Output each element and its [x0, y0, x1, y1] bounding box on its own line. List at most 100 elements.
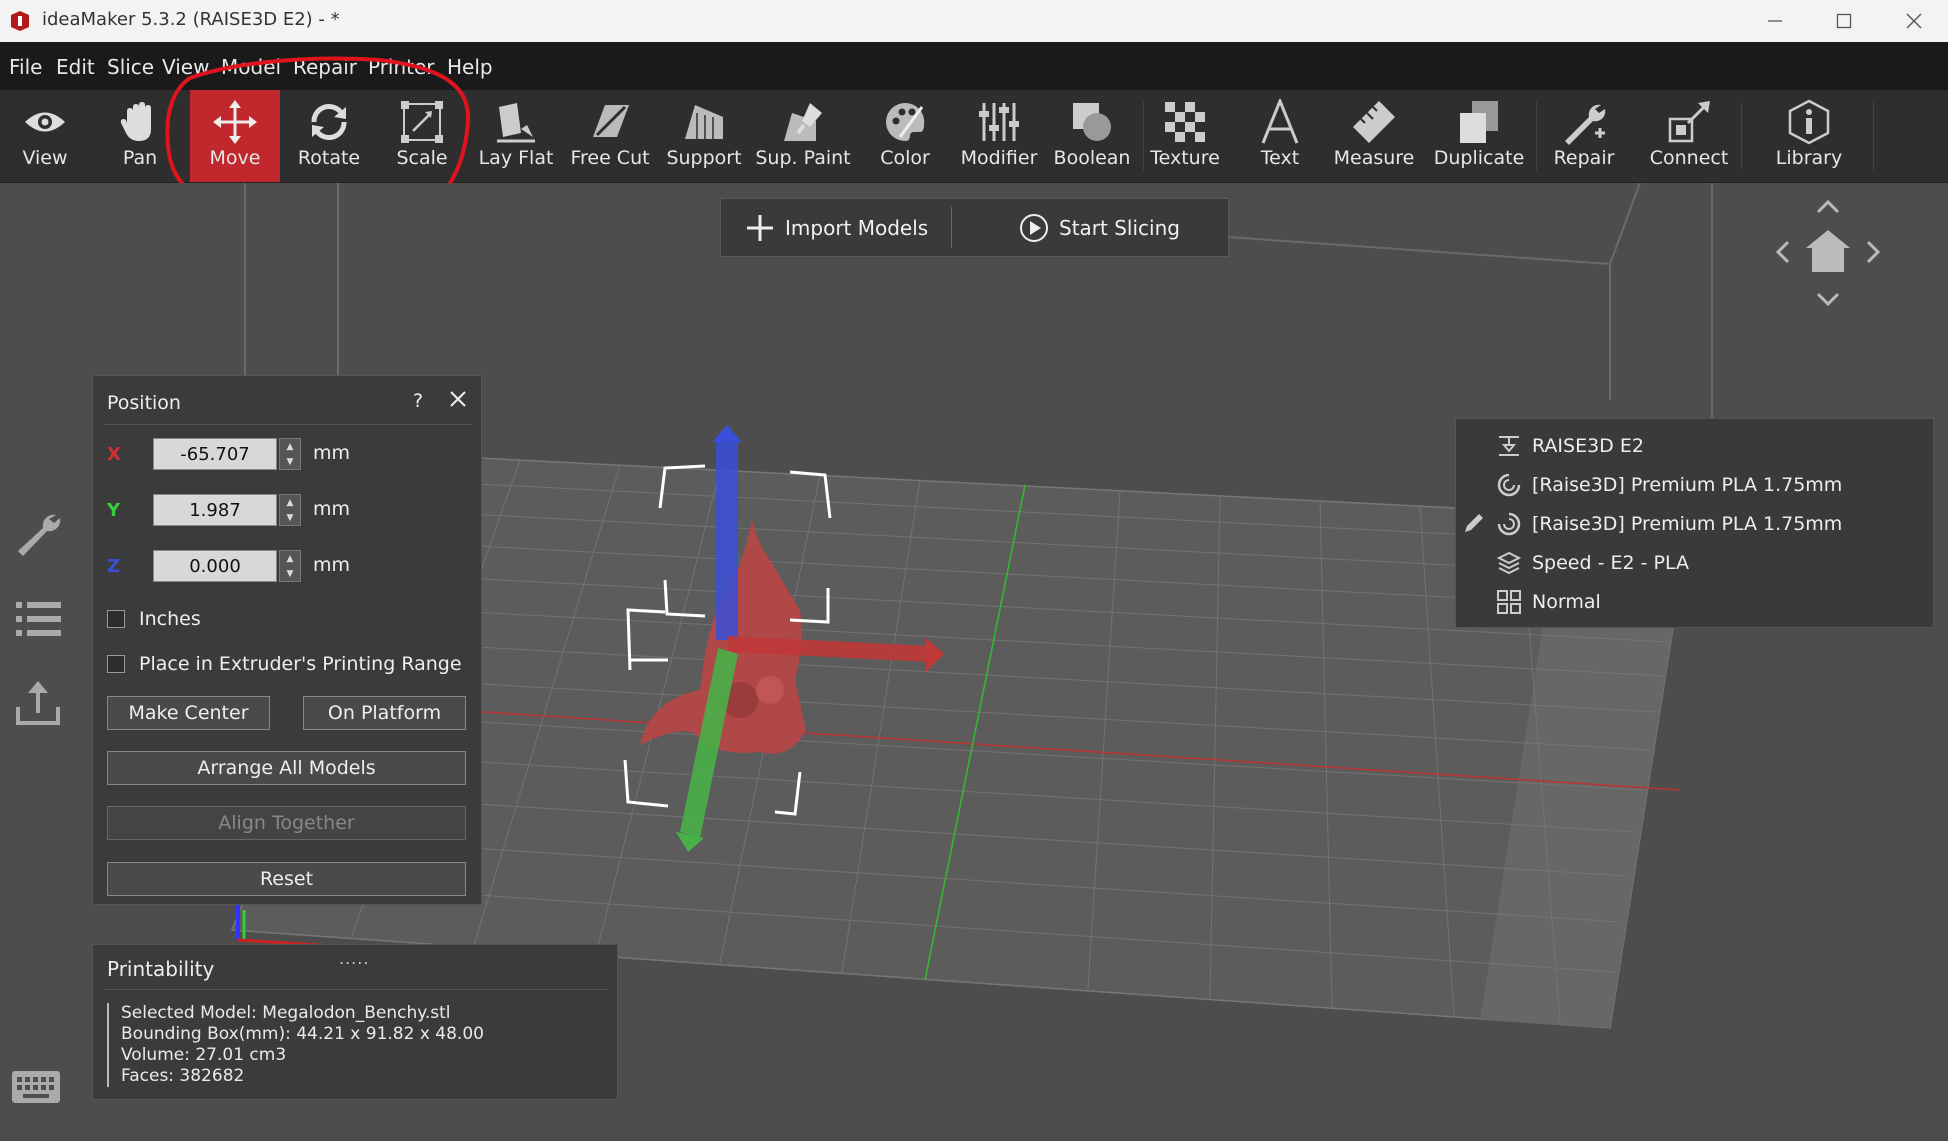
position-panel-title: Position — [107, 392, 181, 414]
close-button[interactable] — [1880, 0, 1948, 42]
nav-down-icon[interactable] — [1816, 292, 1840, 307]
position-panel: Position ? X -65.707 ▲ ▼ mm Y 1.987 ▲ ▼ mm… — [92, 375, 482, 905]
tool-boolean[interactable]: Boolean — [1053, 90, 1131, 182]
menu-file[interactable]: File — [9, 55, 42, 79]
tool-measure[interactable]: Measure — [1333, 90, 1415, 182]
drag-handle[interactable]: ..... — [339, 949, 369, 968]
title-bar: ideaMaker 5.3.2 (RAISE3D E2) - * — [0, 0, 1948, 42]
keyboard-button[interactable] — [8, 1059, 64, 1115]
checker-icon — [1165, 102, 1205, 142]
align-together-button[interactable]: Align Together — [107, 806, 466, 840]
tool-support[interactable]: Support — [666, 90, 742, 182]
reset-button[interactable]: Reset — [107, 862, 466, 896]
settings-wrench-button[interactable] — [10, 505, 66, 561]
edit-pen-icon[interactable] — [1462, 511, 1486, 535]
printer-row[interactable]: RAISE3D E2 — [1496, 433, 1644, 459]
import-models-button[interactable]: Import Models — [745, 199, 928, 256]
palette-icon — [885, 102, 925, 141]
action-bar: Import Models Start Slicing — [720, 198, 1229, 257]
inches-checkbox[interactable]: Inches — [107, 608, 201, 630]
maximize-button[interactable] — [1810, 0, 1878, 42]
toolbar-separator — [1873, 102, 1874, 170]
minimize-button[interactable] — [1741, 0, 1809, 42]
export-button[interactable] — [10, 675, 66, 731]
window-title: ideaMaker 5.3.2 (RAISE3D E2) - * — [42, 9, 340, 30]
x-position-field[interactable]: -65.707 — [153, 438, 277, 470]
menu-edit[interactable]: Edit — [56, 55, 95, 79]
wrench-icon — [18, 514, 61, 556]
printability-details: Selected Model: Megalodon_Benchy.stl Bou… — [107, 1003, 484, 1087]
y-axis-label: Y — [107, 500, 121, 521]
close-icon[interactable] — [449, 390, 467, 408]
z-position-field[interactable]: 0.000 — [153, 550, 277, 582]
x-axis-label: X — [107, 444, 121, 465]
app-logo-icon — [11, 11, 29, 31]
divider — [103, 989, 607, 990]
help-button[interactable]: ? — [413, 390, 423, 412]
tool-repair[interactable]: Repair — [1551, 90, 1617, 182]
on-platform-button[interactable]: On Platform — [303, 696, 466, 730]
volume-text: Volume: 27.01 cm3 — [121, 1045, 287, 1065]
nav-right-icon[interactable] — [1866, 240, 1881, 264]
divider — [103, 424, 471, 425]
boolean-icon — [1073, 103, 1111, 141]
eye-icon — [25, 112, 65, 132]
checkbox-box[interactable] — [107, 655, 125, 673]
tool-view[interactable]: View — [14, 90, 76, 182]
menu-slice[interactable]: Slice — [107, 55, 154, 79]
ruler-icon — [1353, 101, 1395, 143]
y-position-field[interactable]: 1.987 — [153, 494, 277, 526]
tool-duplicate[interactable]: Duplicate — [1434, 90, 1524, 182]
list-icon — [16, 602, 61, 636]
tool-lay-flat[interactable]: Lay Flat — [477, 90, 555, 182]
filament-spool-icon — [1497, 512, 1521, 536]
extruder-range-checkbox[interactable]: Place in Extruder's Printing Range — [107, 653, 462, 675]
info-icon — [1788, 99, 1830, 145]
selected-model-text: Selected Model: Megalodon_Benchy.stl — [121, 1003, 451, 1023]
tool-text[interactable]: Text — [1257, 90, 1303, 182]
keyboard-icon — [12, 1071, 60, 1103]
arrange-all-models-button[interactable]: Arrange All Models — [107, 751, 466, 785]
duplicate-icon — [1460, 101, 1498, 143]
quality-row[interactable]: Normal — [1496, 589, 1601, 615]
filament-left-row[interactable]: [Raise3D] Premium PLA 1.75mm — [1496, 472, 1842, 498]
action-divider — [951, 207, 952, 248]
tool-support-paint[interactable]: Sup. Paint — [755, 90, 851, 182]
maximize-icon — [1836, 13, 1852, 29]
profile-row[interactable]: Speed - E2 - PLA — [1496, 550, 1689, 576]
filament-right-row[interactable]: [Raise3D] Premium PLA 1.75mm — [1496, 511, 1842, 537]
wrench-icon — [1565, 104, 1606, 145]
connect-icon — [1668, 101, 1710, 143]
lay-flat-icon — [497, 103, 535, 143]
support-icon — [685, 105, 723, 139]
make-center-button[interactable]: Make Center — [107, 696, 270, 730]
nav-left-icon[interactable] — [1775, 240, 1790, 264]
printability-title: Printability — [107, 957, 215, 981]
play-icon — [1020, 213, 1048, 242]
x-stepper[interactable]: ▲ ▼ — [279, 438, 301, 470]
toolbar-separator — [1536, 102, 1537, 170]
faces-text: Faces: 382682 — [121, 1066, 245, 1086]
tool-library[interactable]: Library — [1776, 90, 1842, 182]
home-icon[interactable] — [1806, 230, 1850, 272]
tool-modifier[interactable]: Modifier — [957, 90, 1041, 182]
close-icon — [1906, 13, 1922, 29]
start-slicing-button[interactable]: Start Slicing — [1019, 199, 1180, 256]
z-stepper[interactable]: ▲ ▼ — [279, 550, 301, 582]
tool-free-cut[interactable]: Free Cut — [570, 90, 650, 182]
checkbox-box[interactable] — [107, 610, 125, 628]
tool-color[interactable]: Color — [877, 90, 933, 182]
plus-icon — [747, 214, 773, 241]
tool-connect[interactable]: Connect — [1648, 90, 1730, 182]
tool-texture[interactable]: Texture — [1150, 90, 1220, 182]
free-cut-icon — [593, 105, 629, 137]
toolbar-separator — [1143, 102, 1144, 170]
y-stepper[interactable]: ▲ ▼ — [279, 494, 301, 526]
toolbar-separator — [1741, 102, 1742, 170]
nav-up-icon[interactable] — [1816, 199, 1840, 214]
grid-icon — [1497, 590, 1521, 614]
list-button[interactable] — [10, 591, 66, 647]
y-unit: mm — [313, 498, 351, 520]
minimize-icon — [1768, 20, 1782, 22]
x-unit: mm — [313, 442, 351, 464]
